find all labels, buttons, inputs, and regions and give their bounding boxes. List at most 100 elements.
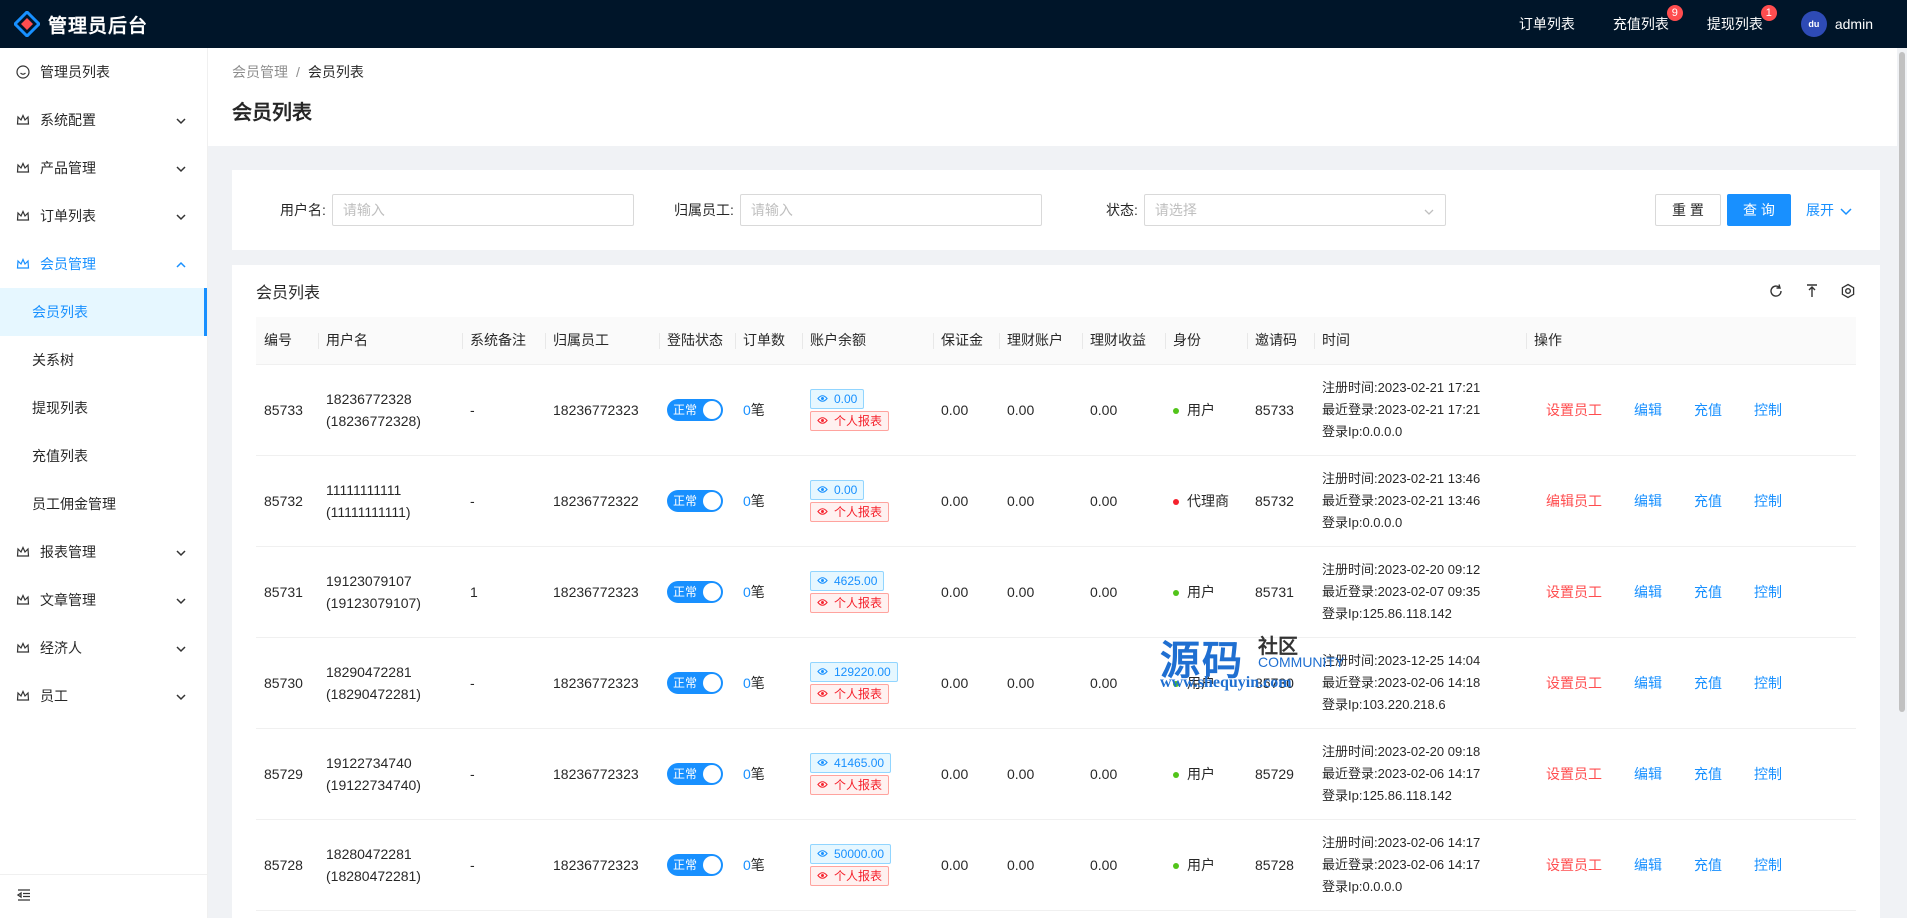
edit-link[interactable]: 编辑 [1634,857,1662,873]
topnav-withdraw[interactable]: 提现列表 1 [1706,5,1777,34]
order-count-link[interactable]: 0 [743,402,751,418]
order-count-link[interactable]: 0 [743,766,751,782]
set-staff-link[interactable]: 设置员工 [1546,675,1602,691]
table-row: 85732 11111111111 (11111111111) -1823677232… [256,455,1856,547]
status-switch[interactable]: 正常 [667,398,723,421]
eye-icon [817,757,828,768]
status-switch[interactable]: 正常 [667,671,723,694]
balance-tag[interactable]: 0.00 [810,388,865,409]
sidebar-subitem-1[interactable]: 关系树 [0,336,207,384]
personal-report-tag[interactable]: 个人报表 [810,592,890,613]
sidebar-item-5[interactable]: 报表管理 [0,528,207,576]
username-secondary: (19122734740) [326,776,421,793]
set-staff-link[interactable]: 设置员工 [1546,584,1602,600]
last-login-prefix: 最近登录: [1322,583,1378,599]
control-link[interactable]: 控制 [1754,493,1782,509]
set-staff-link[interactable]: 编辑员工 [1546,493,1602,509]
page-scrollbar[interactable] [1897,48,1907,918]
top-nav: 订单列表 充值列表 9 提现列表 1 du admin [1481,0,1873,48]
sidebar-subitem-3[interactable]: 充值列表 [0,432,207,480]
status-switch[interactable]: 正常 [667,580,723,603]
sidebar-item-4[interactable]: 会员管理 [0,240,207,288]
order-count-link[interactable]: 0 [743,584,751,600]
order-count-link[interactable]: 0 [743,675,751,691]
status-switch[interactable]: 正常 [667,489,723,512]
sidebar-item-3[interactable]: 订单列表 [0,192,207,240]
sidebar-item-2[interactable]: 产品管理 [0,144,207,192]
sidebar-subitem-2[interactable]: 提现列表 [0,384,207,432]
order-count-link[interactable]: 0 [743,493,751,509]
cell-login-status: 正常 [659,455,735,547]
sidebar-subitem-4[interactable]: 员工佣金管理 [0,480,207,528]
sidebar-item-8[interactable]: 员工 [0,672,207,720]
control-link[interactable]: 控制 [1754,402,1782,418]
settings-icon[interactable] [1840,283,1856,299]
recharge-link[interactable]: 充值 [1694,493,1722,509]
username-secondary: (18290472281) [326,685,421,702]
collapse-menu-button[interactable] [0,874,207,918]
user-menu[interactable]: du admin [1800,11,1873,37]
set-staff-link[interactable]: 设置员工 [1546,402,1602,418]
recharge-link[interactable]: 充值 [1694,402,1722,418]
set-staff-link[interactable]: 设置员工 [1546,857,1602,873]
query-button[interactable]: 查 询 [1727,194,1791,226]
eye-icon [817,597,828,608]
personal-report-tag[interactable]: 个人报表 [810,410,890,431]
reg-time-value: 2023-02-20 09:12 [1377,561,1481,577]
recharge-link[interactable]: 充值 [1694,584,1722,600]
balance-tag[interactable]: 4625.00 [810,570,885,591]
edit-link[interactable]: 编辑 [1634,584,1662,600]
topnav-withdraw-label: 提现列表 [1706,16,1763,32]
recharge-link[interactable]: 充值 [1694,857,1722,873]
breadcrumb-sep: / [296,64,300,80]
control-link[interactable]: 控制 [1754,675,1782,691]
edit-link[interactable]: 编辑 [1634,493,1662,509]
sidebar-item-label: 文章管理 [40,592,96,608]
personal-report-tag[interactable]: 个人报表 [810,501,890,522]
expand-label: 展开 [1806,202,1834,218]
cell-balance: 50000.00 个人报表 [802,819,933,911]
control-link[interactable]: 控制 [1754,857,1782,873]
edit-link[interactable]: 编辑 [1634,402,1662,418]
sidebar-item-0[interactable]: 管理员列表 [0,48,207,96]
sidebar-item-6[interactable]: 文章管理 [0,576,207,624]
breadcrumb-parent[interactable]: 会员管理 [232,64,288,80]
sidebar-subitem-0[interactable]: 会员列表 [0,288,207,336]
recharge-link[interactable]: 充值 [1694,675,1722,691]
app-logo[interactable]: 管理员后台 [12,9,214,39]
balance-tag[interactable]: 0.00 [810,479,865,500]
scrollbar-thumb[interactable] [1899,52,1905,712]
reset-button[interactable]: 重 置 [1655,194,1721,226]
edit-link[interactable]: 编辑 [1634,766,1662,782]
set-staff-link[interactable]: 设置员工 [1546,766,1602,782]
control-link[interactable]: 控制 [1754,584,1782,600]
balance-value: 4625.00 [834,573,878,588]
control-link[interactable]: 控制 [1754,766,1782,782]
sidebar-item-7[interactable]: 经济人 [0,624,207,672]
status-select[interactable]: 请选择 [1143,194,1446,226]
role-label: 用户 [1187,856,1215,873]
topnav-orders[interactable]: 订单列表 [1519,14,1575,34]
balance-tag[interactable]: 129220.00 [810,661,898,682]
username-input[interactable] [331,194,634,226]
personal-report-tag[interactable]: 个人报表 [810,865,890,886]
status-switch[interactable]: 正常 [667,853,723,876]
order-count-link[interactable]: 0 [743,857,751,873]
status-switch[interactable]: 正常 [667,762,723,785]
personal-report-tag[interactable]: 个人报表 [810,683,890,704]
edit-link[interactable]: 编辑 [1634,675,1662,691]
username-lines: 19122734740 (19122734740) [326,752,462,796]
topnav-recharge[interactable]: 充值列表 9 [1613,5,1683,34]
report-label: 个人报表 [834,687,883,701]
sidebar-item-1[interactable]: 系统配置 [0,96,207,144]
staff-input[interactable] [739,194,1042,226]
density-icon[interactable] [1804,283,1820,299]
reload-icon[interactable] [1768,283,1784,299]
recharge-link[interactable]: 充值 [1694,766,1722,782]
balance-tag[interactable]: 41465.00 [810,752,892,773]
personal-report-tag[interactable]: 个人报表 [810,774,890,795]
balance-tag[interactable]: 50000.00 [810,843,892,864]
login-ip: 登录Ip:0.0.0.0 [1322,421,1526,443]
role-dot [1173,589,1179,596]
expand-toggle[interactable]: 展开 [1806,200,1852,220]
